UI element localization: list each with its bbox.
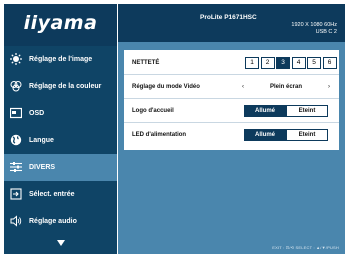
toggle-on-button[interactable]: Allumé	[244, 104, 286, 117]
globe-icon	[10, 134, 22, 146]
main-menu: Réglage de l'image Réglage de la couleur…	[4, 46, 117, 235]
power-led-toggle: Allumé Eteint	[244, 129, 328, 141]
sliders-icon	[10, 161, 22, 173]
setting-sharpness: NETTETÉ 1 2 3 4 5 6	[124, 51, 339, 75]
menu-item-misc[interactable]: DIVERS	[4, 154, 117, 181]
video-mode-selector[interactable]: ‹ Plein écran ›	[242, 84, 330, 90]
chevron-right-icon[interactable]: ›	[328, 84, 330, 90]
menu-item-label: Réglage audio	[29, 217, 77, 225]
input-text: USB C 2	[315, 29, 337, 35]
model-name: ProLite P1671HSC	[200, 14, 257, 21]
menu-item-image[interactable]: Réglage de l'image	[4, 46, 117, 73]
sharpness-option[interactable]: 4	[291, 56, 306, 69]
color-icon	[10, 80, 22, 92]
key-hints: EXIT : ⊡/⟲ SELECT : ▲/▼/PUSH	[272, 245, 339, 250]
menu-item-label: Langue	[29, 136, 54, 144]
osd-window: iiyama Réglage de l'image Réglage de la …	[0, 0, 349, 258]
menu-item-osd[interactable]: OSD	[4, 100, 117, 127]
sharpness-selector: 1 2 3 4 5 6	[245, 56, 338, 69]
setting-power-led: LED d'alimentation Allumé Eteint	[124, 123, 339, 147]
input-icon	[10, 188, 22, 200]
menu-item-label: Sélect. entrée	[29, 190, 75, 198]
video-mode-value: Plein écran	[269, 83, 302, 90]
left-pane: iiyama Réglage de l'image Réglage de la …	[4, 4, 117, 254]
signal-info: 1920 X 1080 60Hz USB C 2	[291, 22, 337, 36]
status-header: ProLite P1671HSC 1920 X 1080 60Hz USB C …	[118, 4, 345, 42]
toggle-on-button[interactable]: Allumé	[244, 129, 286, 141]
menu-item-label: OSD	[29, 109, 45, 117]
resolution-text: 1920 X 1080 60Hz	[291, 22, 337, 28]
menu-item-color[interactable]: Réglage de la couleur	[4, 73, 117, 100]
triangle-down-icon	[56, 240, 65, 246]
menu-item-audio[interactable]: Réglage audio	[4, 208, 117, 235]
sharpness-option[interactable]: 2	[260, 56, 275, 69]
toggle-off-button[interactable]: Eteint	[286, 104, 328, 117]
chevron-left-icon[interactable]: ‹	[242, 84, 244, 90]
speaker-icon	[10, 215, 22, 227]
menu-item-label: Réglage de la couleur	[29, 82, 102, 90]
sharpness-option-selected[interactable]: 3	[276, 56, 290, 69]
sharpness-option[interactable]: 5	[307, 56, 321, 69]
settings-panel: NETTETÉ 1 2 3 4 5 6 Réglage du mode Vidé…	[124, 50, 339, 150]
setting-label: Réglage du mode Vidéo	[132, 83, 200, 90]
sharpness-option[interactable]: 1	[245, 56, 259, 69]
menu-item-label: Réglage de l'image	[29, 55, 93, 63]
right-pane: ProLite P1671HSC 1920 X 1080 60Hz USB C …	[118, 4, 345, 254]
setting-video-mode: Réglage du mode Vidéo ‹ Plein écran ›	[124, 75, 339, 99]
contrast-icon	[10, 53, 22, 66]
osd-icon	[10, 107, 22, 119]
menu-scroll-down[interactable]	[4, 232, 117, 254]
menu-item-label: DIVERS	[29, 163, 56, 171]
toggle-off-button[interactable]: Eteint	[286, 129, 328, 141]
brand-logo: iiyama	[23, 12, 98, 34]
menu-item-input[interactable]: Sélect. entrée	[4, 181, 117, 208]
sharpness-option[interactable]: 6	[322, 56, 337, 69]
setting-label: Logo d'accueil	[132, 107, 174, 114]
setting-label: LED d'alimentation	[132, 132, 187, 138]
menu-item-language[interactable]: Langue	[4, 127, 117, 154]
setting-boot-logo: Logo d'accueil Allumé Eteint	[124, 99, 339, 123]
setting-label: NETTETÉ	[132, 59, 160, 66]
boot-logo-toggle: Allumé Eteint	[244, 104, 328, 117]
